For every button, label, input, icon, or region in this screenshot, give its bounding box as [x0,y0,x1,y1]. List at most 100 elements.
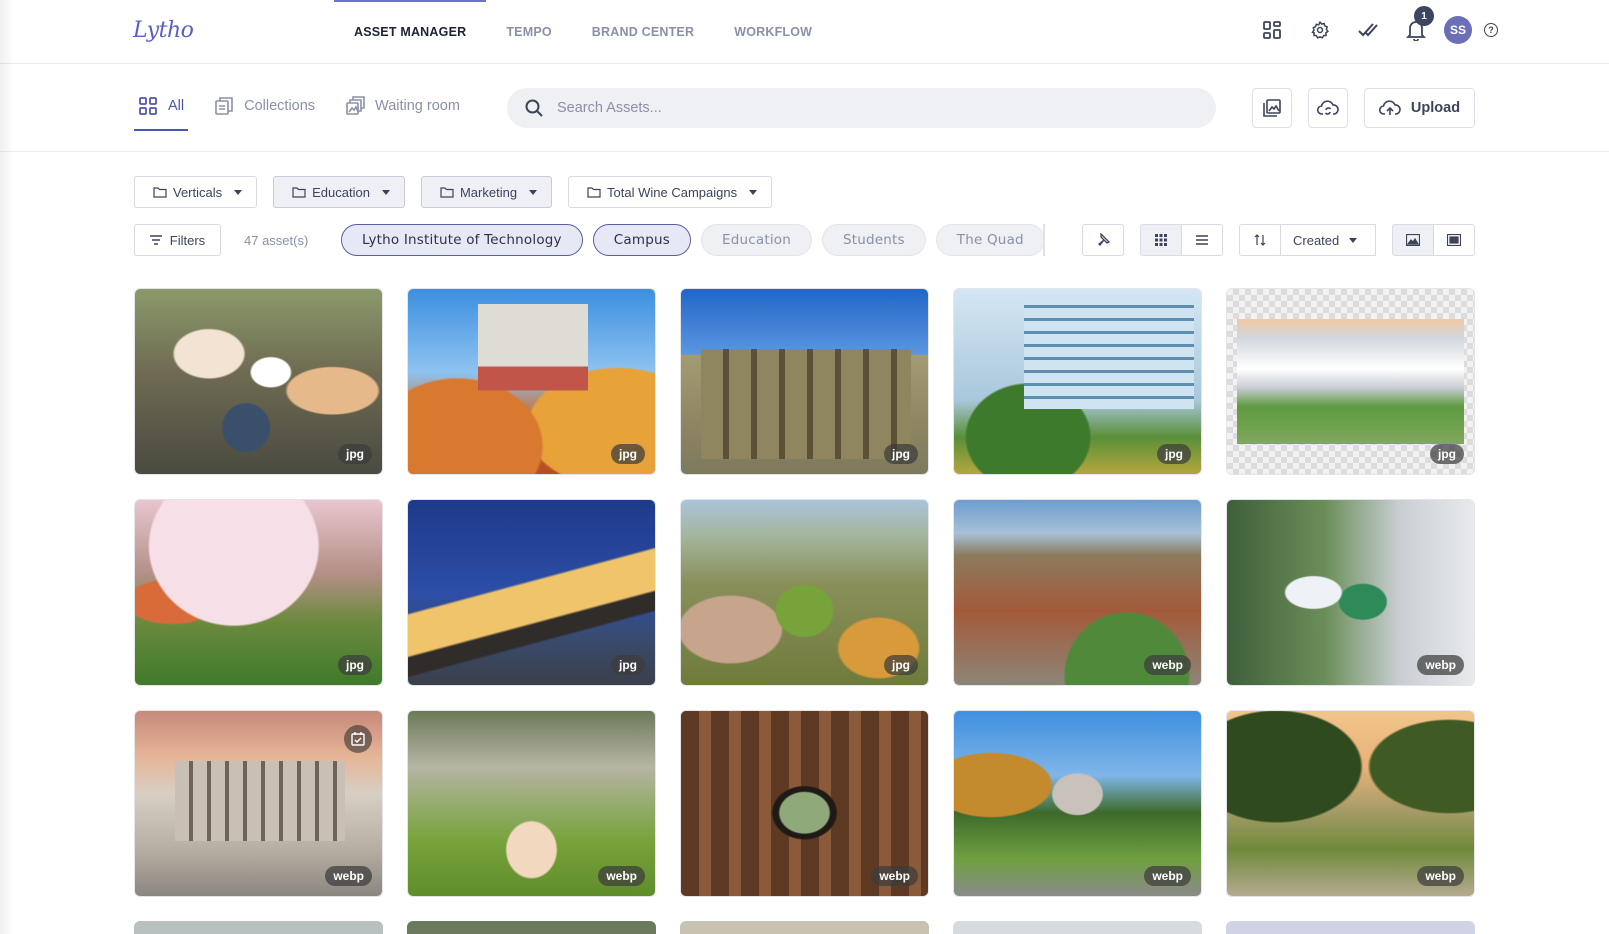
file-type-badge: webp [871,866,918,886]
asset-tile[interactable]: jpg [407,499,656,686]
tab-collections[interactable]: Collections [210,84,319,128]
pin-button[interactable] [1082,224,1124,256]
upload-label: Upload [1410,100,1461,116]
file-type-badge: jpg [611,444,645,464]
image-fill-icon [1406,234,1420,246]
tab-collections-label: Collections [244,98,316,114]
asset-tile[interactable]: webp [1226,499,1475,686]
folder-icon [153,187,167,198]
asset-view-tabs: All Collections Waiting room [134,84,464,131]
asset-tile[interactable]: webp [953,499,1202,686]
fit-thumbnail-button[interactable] [1433,224,1475,256]
asset-tile[interactable]: jpg [680,499,929,686]
search-input[interactable] [557,100,1157,116]
asset-subheader: All Collections Waiting room Upload [0,64,1609,152]
asset-tile[interactable]: jpg [953,288,1202,475]
image-fit-icon [1447,234,1461,246]
chevron-down-icon [381,189,390,195]
asset-tile-partial[interactable] [680,921,929,934]
file-type-badge: webp [1144,655,1191,675]
file-type-badge: webp [1144,866,1191,886]
tab-brand-center[interactable]: BRAND CENTER [572,0,714,64]
top-icons: 1 SS ? [1258,6,1498,44]
asset-tile[interactable]: jpg [134,288,383,475]
tab-workflow[interactable]: WORKFLOW [714,0,832,64]
file-type-badge: jpg [884,444,918,464]
folder-marketing[interactable]: Marketing [420,176,553,208]
asset-tile-partial[interactable] [407,921,656,934]
tab-all[interactable]: All [134,84,189,131]
image-library-button[interactable] [1252,88,1292,128]
folder-label: Total Wine Campaigns [607,184,738,200]
notifications-bell-icon[interactable]: 1 [1402,6,1434,44]
tag-chips: Lytho Institute of Technology Campus Edu… [341,224,1045,256]
apps-icon[interactable] [1258,16,1286,44]
upload-button[interactable]: Upload [1364,88,1475,128]
search-icon [525,99,543,117]
file-type-badge: webp [598,866,645,886]
waiting-room-icon [346,96,365,115]
file-type-badge: webp [1417,655,1464,675]
chevron-down-icon [749,189,758,195]
pin-icon [1098,233,1110,246]
settings-gear-icon[interactable] [1306,16,1334,44]
asset-tile[interactable]: webp [953,710,1202,897]
asset-tile[interactable]: jpg [680,288,929,475]
asset-tile[interactable]: jpg [134,499,383,686]
double-check-icon[interactable] [1354,16,1382,44]
user-avatar[interactable]: SS [1444,16,1472,44]
file-type-badge: jpg [338,444,372,464]
folder-label: Verticals [173,184,223,200]
chip-education[interactable]: Education [700,224,812,256]
list-view-button[interactable] [1181,224,1223,256]
asset-tile[interactable]: webp [134,710,383,897]
asset-tile-partial[interactable] [1226,921,1475,934]
asset-tile[interactable]: webp [680,710,929,897]
grid-view-button[interactable] [1140,224,1182,256]
cloud-upload-icon [1378,100,1401,115]
chevron-down-icon [234,189,243,195]
help-icon[interactable]: ? [1484,23,1498,37]
notification-count-badge: 1 [1414,6,1434,26]
filter-row: Filters 47 asset(s) Lytho Institute of T… [134,224,1475,256]
tab-asset-manager[interactable]: ASSET MANAGER [334,0,487,64]
logo[interactable]: Lytho [133,18,194,43]
tab-waiting-room[interactable]: Waiting room [341,84,464,128]
chip-students[interactable]: Students [822,224,926,256]
tab-tempo[interactable]: TEMPO [486,0,571,64]
folder-education[interactable]: Education [273,176,405,208]
asset-tile-partial[interactable] [953,921,1202,934]
search-bar[interactable] [507,88,1216,128]
folder-label: Education [312,184,370,200]
asset-tile[interactable]: webp [407,710,656,897]
sort-select[interactable]: Created [1280,224,1376,256]
pending-approval-icon[interactable] [344,725,372,753]
file-type-badge: webp [325,866,372,886]
asset-tile[interactable]: jpg [1226,288,1475,475]
file-type-badge: jpg [1157,444,1191,464]
chip-lytho-institute[interactable]: Lytho Institute of Technology [341,224,583,256]
folder-verticals[interactable]: Verticals [134,176,258,208]
sort-label: Created [1293,232,1340,248]
grid-icon [139,97,157,115]
grid-dots-icon [1155,234,1167,246]
asset-tile[interactable]: webp [1226,710,1475,897]
cloud-sync-button[interactable] [1308,88,1348,128]
folder-icon [440,187,454,198]
asset-tile[interactable]: jpg [407,288,656,475]
folder-total-wine-campaigns[interactable]: Total Wine Campaigns [568,176,773,208]
top-navigation: Lytho ASSET MANAGER TEMPO BRAND CENTER W… [0,0,1609,64]
filter-lines-icon [149,235,162,245]
chip-the-quad[interactable]: The Quad [935,224,1043,256]
sort-direction-button[interactable] [1239,224,1281,256]
main-nav-tabs: ASSET MANAGER TEMPO BRAND CENTER WORKFLO… [334,0,832,64]
filters-label: Filters [169,232,206,248]
fill-thumbnail-button[interactable] [1392,224,1434,256]
collections-icon [215,97,233,115]
asset-grid: jpg jpg jpg jpg jpg jpg jpg jpg webp web… [134,288,1476,897]
filters-button[interactable]: Filters [134,224,221,256]
chip-campus[interactable]: Campus [592,224,691,256]
image-stack-icon [1263,99,1281,117]
folder-breadcrumbs: Verticals Education Marketing Total Wine… [134,176,773,208]
asset-tile-partial[interactable] [134,921,383,934]
